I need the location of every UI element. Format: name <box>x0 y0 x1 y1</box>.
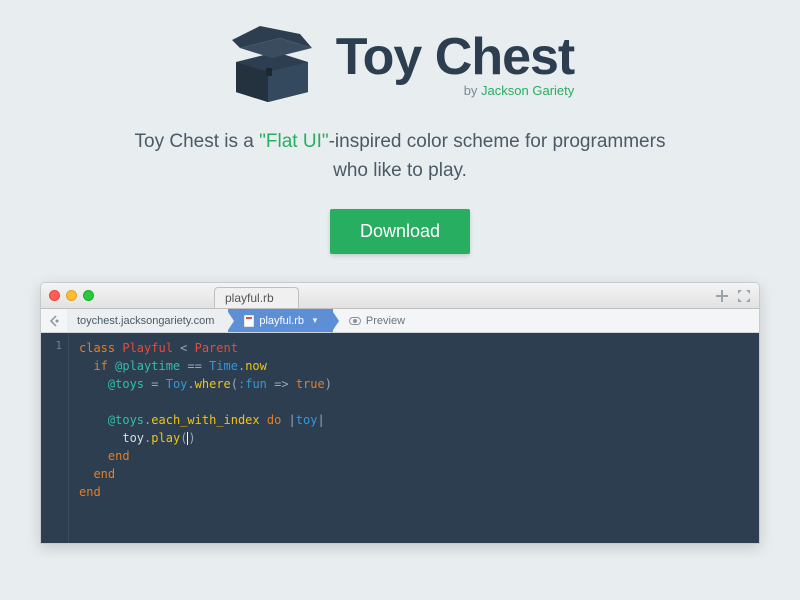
code-token: | <box>317 413 324 427</box>
code-token: true <box>296 377 325 391</box>
code-token: ) <box>325 377 332 391</box>
code-token: @playtime <box>108 359 180 373</box>
expand-icon[interactable] <box>737 289 751 303</box>
code-token: now <box>245 359 267 373</box>
tagline-highlight: "Flat UI" <box>259 131 328 152</box>
ruby-file-icon <box>244 315 254 327</box>
code-token: ( <box>231 377 238 391</box>
code-token: Time <box>209 359 238 373</box>
tagline-post: -inspired color scheme for programmers w… <box>329 131 666 181</box>
titlebar-controls <box>715 289 751 303</box>
code-token: @toys <box>108 377 144 391</box>
page-title: Toy Chest <box>336 27 575 87</box>
code-token: @toys <box>108 413 144 427</box>
breadcrumb: toychest.jacksongariety.com playful.rb ▼… <box>41 309 759 333</box>
window-titlebar: playful.rb <box>41 283 759 309</box>
download-button[interactable]: Download <box>330 209 470 254</box>
chest-icon <box>226 22 318 102</box>
code-token: end <box>79 485 101 499</box>
code-token: play <box>151 431 180 445</box>
line-number: 1 <box>41 339 62 352</box>
page-header: Toy Chest by Jackson Gariety <box>226 22 575 102</box>
byline: by Jackson Gariety <box>464 83 575 98</box>
window-maximize-icon[interactable] <box>83 290 94 301</box>
code-token: ) <box>188 431 195 445</box>
code-token: end <box>108 449 130 463</box>
code-token: class <box>79 341 115 355</box>
code-token: each_with_index <box>151 413 259 427</box>
breadcrumb-preview[interactable]: Preview <box>333 309 419 332</box>
code-token: :fun <box>238 377 267 391</box>
author-link[interactable]: Jackson Gariety <box>481 83 574 98</box>
traffic-lights <box>49 290 94 301</box>
code-token: Toy <box>166 377 188 391</box>
code-token: where <box>195 377 231 391</box>
byline-prefix: by <box>464 83 481 98</box>
code-token: ( <box>180 431 187 445</box>
code-token: toy <box>296 413 318 427</box>
file-tab[interactable]: playful.rb <box>214 287 299 308</box>
nav-back-icon[interactable] <box>41 315 67 327</box>
title-block: Toy Chest by Jackson Gariety <box>336 27 575 98</box>
code-token: Playful <box>115 341 173 355</box>
code-token: => <box>267 377 296 391</box>
code-token: do <box>260 413 289 427</box>
chevron-down-icon: ▼ <box>311 316 319 325</box>
breadcrumb-preview-label: Preview <box>366 315 405 327</box>
code-area: 1 class Playful < Parent if @playtime ==… <box>41 333 759 543</box>
tagline: Toy Chest is a "Flat UI"-inspired color … <box>120 128 680 185</box>
breadcrumb-file-label: playful.rb <box>259 315 304 327</box>
code-token: Parent <box>195 341 238 355</box>
code-token: = <box>144 377 166 391</box>
breadcrumb-domain-label: toychest.jacksongariety.com <box>77 315 214 327</box>
code-token: < <box>173 341 195 355</box>
breadcrumb-domain[interactable]: toychest.jacksongariety.com <box>67 309 228 332</box>
window-minimize-icon[interactable] <box>66 290 77 301</box>
code-token: end <box>93 467 115 481</box>
window-close-icon[interactable] <box>49 290 60 301</box>
editor-window: playful.rb toychest.jacksongariety.com p… <box>40 282 760 544</box>
code-token: toy <box>122 431 144 445</box>
breadcrumb-file[interactable]: playful.rb ▼ <box>228 309 333 332</box>
code-token: . <box>187 377 194 391</box>
code-token: | <box>289 413 296 427</box>
eye-icon <box>349 317 361 325</box>
new-tab-icon[interactable] <box>715 289 729 303</box>
tagline-pre: Toy Chest is a <box>135 131 260 152</box>
code-token: if <box>93 359 107 373</box>
code-token: == <box>180 359 209 373</box>
line-gutter: 1 <box>41 333 69 543</box>
code-content[interactable]: class Playful < Parent if @playtime == T… <box>69 333 759 543</box>
